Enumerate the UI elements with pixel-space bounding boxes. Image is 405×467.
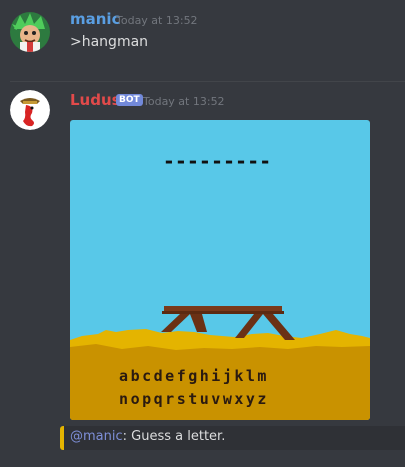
message-divider — [10, 81, 405, 82]
embed-message: : Guess a letter. — [122, 429, 226, 444]
ludus-avatar-icon — [10, 90, 50, 130]
message-username[interactable]: Ludus — [70, 91, 121, 109]
bot-badge: BOT — [116, 94, 143, 106]
user-mention[interactable]: @manic — [70, 429, 123, 444]
chat-area: manic Today at 13:52 >hangman Ludus BOT … — [0, 0, 405, 467]
hangman-image-canvas: --------- abcdefghijklm nopqrstuvwxyz — [70, 120, 370, 420]
hangman-word-mask: --------- — [163, 149, 271, 173]
message-timestamp: Today at 13:52 — [116, 14, 198, 27]
message-timestamp: Today at 13:52 — [143, 95, 225, 108]
hangman-alphabet-row-1: abcdefghijklm — [119, 367, 269, 385]
user-avatar-manic[interactable] — [10, 12, 50, 52]
message-content: >hangman — [70, 34, 149, 50]
message-username[interactable]: manic — [70, 10, 120, 28]
hangman-game-image[interactable]: --------- abcdefghijklm nopqrstuvwxyz — [70, 120, 370, 420]
embed-text-container: @manic: Guess a letter. — [70, 429, 225, 444]
bot-avatar-ludus[interactable] — [10, 90, 50, 130]
hangman-alphabet-row-2: nopqrstuvwxyz — [119, 390, 269, 408]
bot-embed: @manic: Guess a letter. — [60, 426, 405, 450]
manic-avatar-icon — [10, 12, 50, 52]
